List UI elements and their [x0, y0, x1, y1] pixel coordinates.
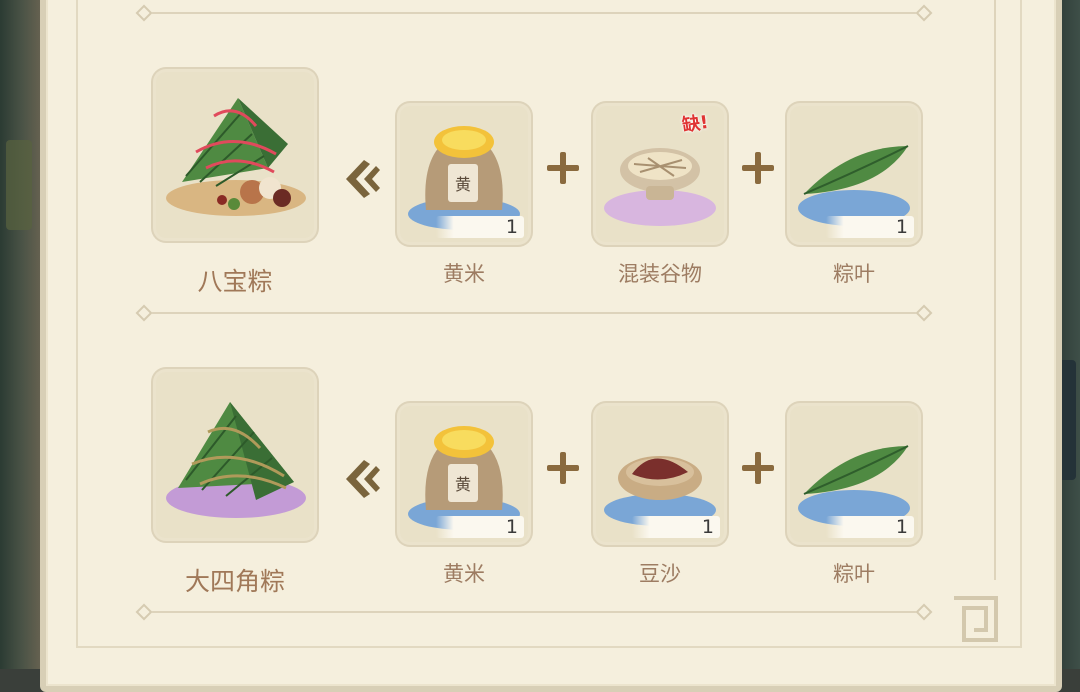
ingredient-name: 黄米 — [443, 562, 485, 586]
eight-treasure-zongzi-icon — [166, 98, 306, 216]
plus-icon — [547, 452, 579, 484]
four-corner-zongzi-icon — [166, 402, 306, 518]
missing-badge: 缺! — [680, 111, 710, 137]
double-chevron-left-icon — [346, 160, 380, 198]
plus-icon — [547, 152, 579, 184]
ingredient-card-millet[interactable]: 黄 1 — [400, 106, 528, 242]
ingredient-name: 豆沙 — [639, 562, 681, 586]
recipe-row: 八宝粽 黄 1 黄米 缺! 混装谷物 1 粽叶 — [0, 68, 1080, 328]
divider-top — [135, 4, 933, 22]
ingredient-count: 1 — [632, 516, 720, 538]
ingredient-card-leaf[interactable]: 1 — [790, 106, 918, 242]
plus-icon — [742, 452, 774, 484]
svg-text:黄: 黄 — [455, 475, 471, 494]
double-chevron-left-icon — [346, 460, 380, 498]
svg-text:黄: 黄 — [455, 175, 471, 194]
result-card[interactable] — [156, 372, 314, 538]
result-name: 大四角粽 — [184, 567, 285, 596]
ingredient-count: 1 — [826, 516, 914, 538]
result-card[interactable] — [156, 72, 314, 238]
ingredient-name: 粽叶 — [833, 562, 875, 586]
ingredient-card-bean-paste[interactable]: 1 — [596, 406, 724, 542]
recipe-row: 大四角粽 黄 1 黄米 1 豆沙 1 粽叶 — [0, 368, 1080, 628]
ingredient-name: 粽叶 — [833, 262, 875, 286]
ingredient-name: 黄米 — [443, 262, 485, 286]
ingredient-name: 混装谷物 — [618, 262, 702, 286]
plus-icon — [742, 152, 774, 184]
ingredient-card-millet[interactable]: 黄 1 — [400, 406, 528, 542]
ingredient-card-leaf[interactable]: 1 — [790, 406, 918, 542]
ingredient-count: 1 — [436, 216, 524, 238]
ingredient-count: 1 — [436, 516, 524, 538]
result-name: 八宝粽 — [197, 267, 273, 296]
ingredient-count: 1 — [826, 216, 914, 238]
